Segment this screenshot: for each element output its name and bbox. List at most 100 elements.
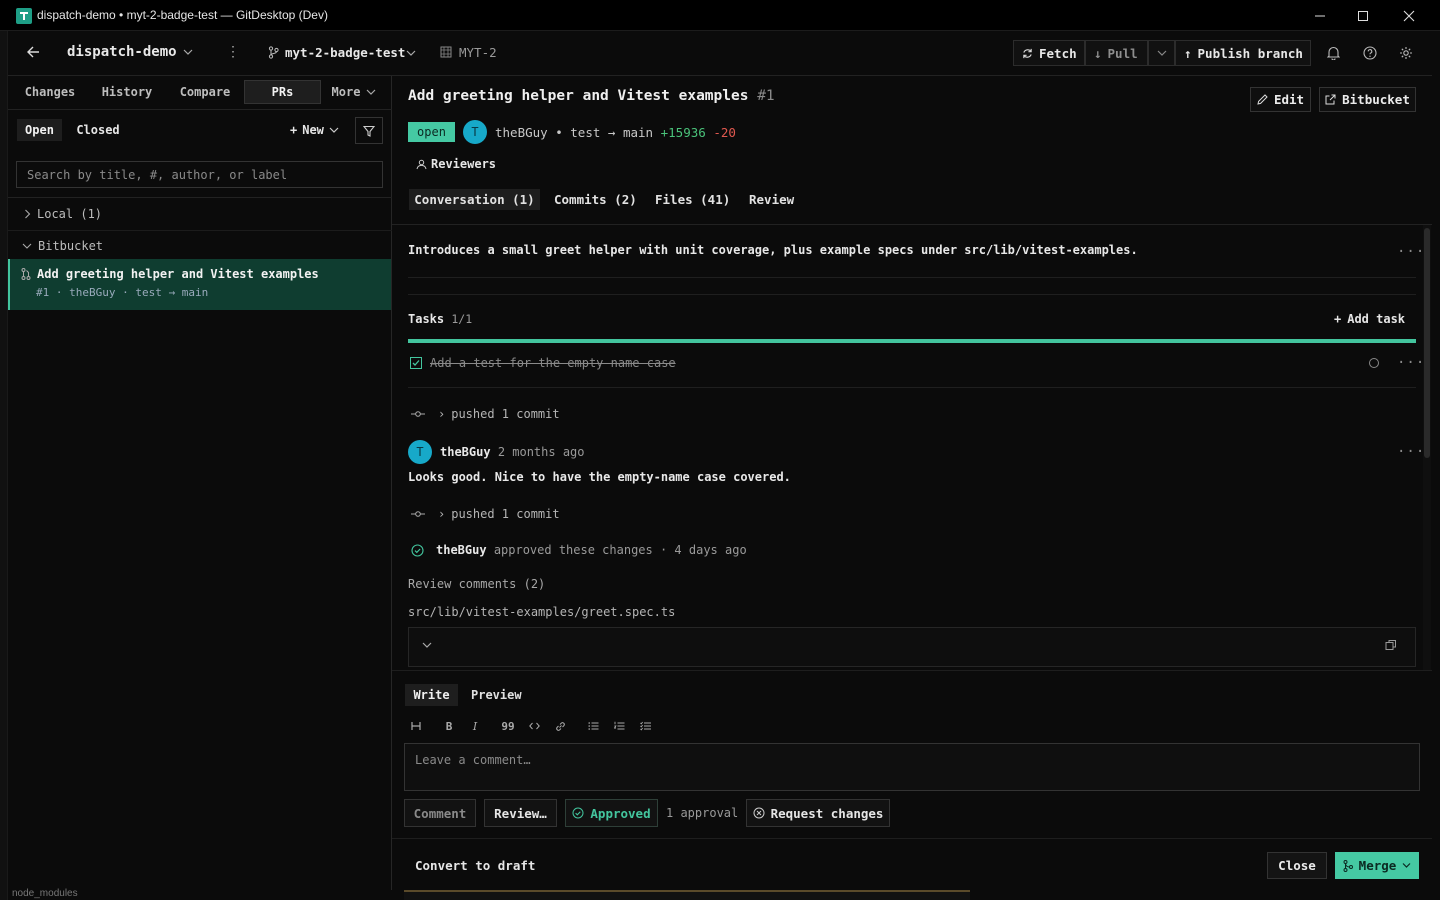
chevron-down-icon[interactable]: [422, 641, 432, 649]
pr-title: Add greeting helper and Vitest examples …: [408, 88, 775, 104]
divider: [8, 230, 392, 231]
scrollbar-thumb[interactable]: [1424, 228, 1430, 458]
add-task-button[interactable]: + Add task: [1334, 312, 1405, 326]
add-task-label: Add task: [1347, 312, 1406, 326]
tab-prs[interactable]: PRs: [244, 80, 321, 104]
tab-review[interactable]: Review: [749, 189, 794, 210]
filter-closed[interactable]: Closed: [70, 119, 126, 141]
pr-search-input[interactable]: [16, 161, 383, 188]
avatar: T: [408, 440, 432, 464]
tab-more[interactable]: More: [324, 80, 384, 104]
tab-changes[interactable]: Changes: [16, 80, 84, 104]
group-bitbucket[interactable]: Bitbucket: [22, 239, 103, 253]
comment-time: 2 months ago: [497, 445, 585, 459]
merge-button[interactable]: Merge: [1335, 852, 1419, 879]
additions-count: +15936: [660, 125, 706, 140]
approved-label: Approved: [590, 805, 651, 821]
tab-compare[interactable]: Compare: [170, 80, 240, 104]
review-comment-file-card: [408, 627, 1416, 667]
approved-button[interactable]: Approved: [565, 799, 658, 827]
tab-history[interactable]: History: [92, 80, 162, 104]
open-bitbucket-button[interactable]: Bitbucket: [1319, 87, 1416, 112]
bullet-list-icon[interactable]: [585, 718, 601, 734]
pencil-icon: [1257, 94, 1268, 105]
x-circle-icon: [753, 807, 765, 819]
task-checkbox[interactable]: [410, 357, 422, 369]
tab-more-label: More: [331, 85, 361, 99]
edit-label: Edit: [1273, 92, 1305, 107]
branch-name[interactable]: myt-2-badge-test: [285, 45, 405, 60]
pushed-commit-event[interactable]: › pushed 1 commit: [438, 507, 560, 521]
tasks-header: Tasks 1/1: [408, 312, 472, 326]
request-changes-button[interactable]: Request changes: [746, 799, 890, 827]
approval-author[interactable]: theBGuy: [436, 543, 487, 557]
comment-header: theBGuy 2 months ago: [440, 445, 585, 459]
file-path[interactable]: src/lib/vitest-examples/greet.spec.ts: [408, 605, 675, 619]
comment-bubble-icon[interactable]: [1368, 357, 1380, 369]
close-window-button[interactable]: [1386, 0, 1432, 31]
kebab-menu-icon[interactable]: ⋮: [226, 44, 240, 60]
edit-button[interactable]: Edit: [1250, 87, 1311, 112]
publish-branch-button[interactable]: ↑ Publish branch: [1175, 40, 1311, 66]
reviewers-label: Reviewers: [431, 157, 497, 171]
back-arrow-icon[interactable]: [26, 45, 40, 59]
copy-icon[interactable]: [1385, 639, 1397, 651]
help-icon[interactable]: [1363, 46, 1377, 60]
bell-icon[interactable]: [1327, 46, 1340, 60]
group-local-label: Local (1): [37, 207, 103, 221]
chevron-down-icon[interactable]: [183, 48, 193, 56]
fetch-button[interactable]: Fetch: [1013, 40, 1085, 66]
issue-icon: [440, 46, 452, 58]
comment-body: Looks good. Nice to have the empty-name …: [408, 470, 791, 484]
filter-open[interactable]: Open: [17, 119, 62, 141]
repo-name[interactable]: dispatch-demo: [67, 44, 177, 60]
code-icon[interactable]: [526, 718, 542, 734]
bold-icon[interactable]: B: [441, 718, 457, 734]
more-options-icon[interactable]: ···: [1397, 244, 1425, 260]
tab-write[interactable]: Write: [405, 684, 458, 706]
tab-commits[interactable]: Commits (2): [554, 189, 637, 210]
pull-request-icon: [21, 268, 31, 280]
reviewers-button[interactable]: Reviewers: [416, 157, 496, 171]
maximize-button[interactable]: [1340, 0, 1386, 31]
request-changes-label: Request changes: [770, 805, 884, 821]
divider: [408, 294, 1416, 295]
pushed-commit-event[interactable]: › pushed 1 commit: [438, 407, 560, 421]
link-icon[interactable]: [552, 718, 568, 734]
group-local[interactable]: Local (1): [24, 207, 102, 221]
check-circle-icon: [572, 807, 584, 819]
minimize-button[interactable]: [1297, 0, 1343, 31]
task-list-icon[interactable]: [637, 718, 653, 734]
pushed-commit-text: pushed 1 commit: [451, 507, 560, 521]
gear-icon[interactable]: [1399, 46, 1413, 60]
arrow-down-icon: ↓: [1094, 45, 1102, 61]
comment-more-options-icon[interactable]: ···: [1397, 444, 1425, 460]
comment-input[interactable]: [404, 743, 1420, 791]
close-pr-button[interactable]: Close: [1267, 852, 1327, 879]
approval-event: theBGuy approved these changes · 4 days …: [436, 543, 747, 557]
quote-icon[interactable]: 99: [500, 718, 516, 734]
review-button[interactable]: Review…: [484, 799, 557, 827]
pr-author[interactable]: theBGuy: [495, 125, 548, 140]
new-pr-button[interactable]: + New: [290, 123, 339, 137]
issue-key[interactable]: MYT-2: [459, 45, 497, 60]
commit-icon: [411, 409, 425, 419]
pull-options-button[interactable]: [1148, 40, 1175, 66]
branch-chevron-down-icon[interactable]: [406, 49, 416, 57]
numbered-list-icon[interactable]: [611, 718, 627, 734]
chevron-down-icon: [22, 242, 32, 250]
new-label: New: [302, 123, 324, 137]
comment-author[interactable]: theBGuy: [440, 445, 491, 459]
background-window-strip: [0, 31, 8, 900]
tab-preview[interactable]: Preview: [471, 688, 522, 702]
heading-icon[interactable]: [408, 718, 424, 734]
filter-button[interactable]: [355, 117, 383, 144]
convert-to-draft-button[interactable]: Convert to draft: [415, 858, 535, 873]
task-more-options-icon[interactable]: ···: [1397, 355, 1425, 371]
tab-files[interactable]: Files (41): [655, 189, 730, 210]
title-bar: dispatch-demo • myt-2-badge-test — GitDe…: [0, 0, 1440, 31]
italic-icon[interactable]: I: [467, 718, 483, 734]
tab-conversation[interactable]: Conversation (1): [409, 189, 540, 210]
pull-button[interactable]: ↓ Pull: [1085, 40, 1148, 66]
comment-button[interactable]: Comment: [404, 799, 476, 827]
